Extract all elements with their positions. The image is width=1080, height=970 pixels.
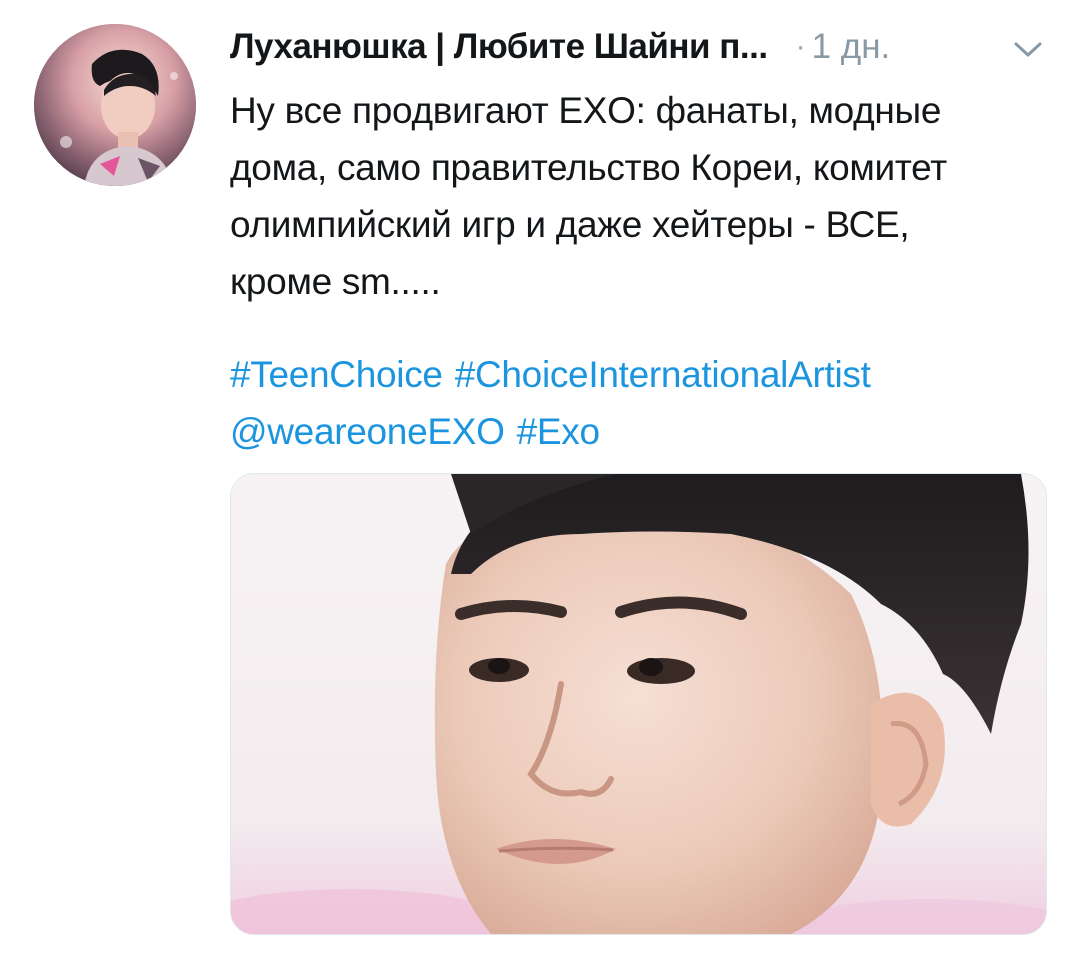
links-line-1: #TeenChoice #ChoiceInternationalArtist <box>230 346 1060 403</box>
tweet-media-photo[interactable] <box>230 473 1047 935</box>
links-line-2: @weareoneEXO #Exo <box>230 403 1060 460</box>
hashtag-link[interactable]: #ChoiceInternationalArtist <box>455 354 871 395</box>
tweet-links: #TeenChoice #ChoiceInternationalArtist @w… <box>230 346 1060 460</box>
tweet-card[interactable]: Луханюшка | Любите Шайни п... · 1 дн. Ну… <box>0 0 1080 970</box>
chevron-down-icon[interactable] <box>1012 36 1044 62</box>
tweet-header: Луханюшка | Любите Шайни п... · 1 дн. <box>230 22 1050 72</box>
user-avatar[interactable] <box>34 24 196 186</box>
hashtag-link[interactable]: #TeenChoice <box>230 354 443 395</box>
display-name[interactable]: Луханюшка | Любите Шайни п... <box>230 27 768 67</box>
mention-link[interactable]: @weareoneEXO <box>230 411 505 452</box>
tweet-timestamp[interactable]: 1 дн. <box>812 27 891 67</box>
tweet-text: Ну все продвигают EXO: фанаты, модные до… <box>230 90 947 302</box>
avatar-image <box>34 24 196 186</box>
hashtag-link[interactable]: #Exo <box>517 411 600 452</box>
action-bar-edge <box>230 955 1045 970</box>
header-separator: · <box>795 30 806 63</box>
photo-image <box>231 474 1046 934</box>
